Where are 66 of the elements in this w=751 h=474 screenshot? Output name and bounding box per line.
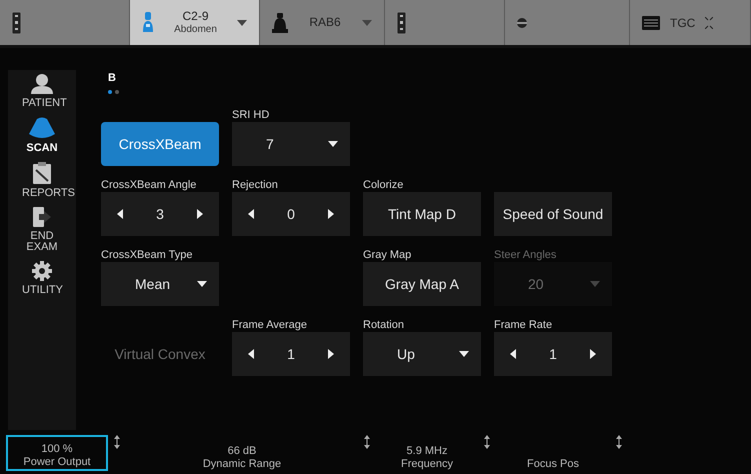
control-label: CrossXBeam Type — [101, 249, 193, 261]
readout[interactable]: 66 dB Dynamic Range — [120, 435, 364, 471]
dropdown[interactable]: Mean — [101, 262, 219, 306]
left-arrow-icon[interactable] — [510, 349, 516, 359]
caret-icon — [590, 281, 600, 287]
stepper-value: 3 — [156, 204, 164, 224]
right-arrow-icon[interactable] — [196, 209, 203, 219]
probe-name: C2-9 — [182, 10, 208, 22]
sidebar-item[interactable]: PATIENT — [9, 74, 75, 109]
caret-icon — [362, 20, 372, 26]
clipboard-icon — [32, 162, 52, 184]
person-icon — [31, 74, 53, 94]
control-label: CrossXBeam Angle — [101, 179, 196, 191]
knob-icon — [517, 18, 527, 28]
remote-icon — [397, 12, 406, 34]
up-down-arrows-icon — [114, 435, 120, 449]
caret-icon — [328, 141, 338, 147]
right-arrow-icon[interactable] — [328, 209, 334, 219]
stepper-value: 1 — [549, 344, 557, 364]
control-label: Rejection — [232, 179, 278, 191]
preset-name: Abdomen — [174, 22, 217, 36]
option-button[interactable]: Tint Map D — [363, 192, 481, 236]
control-label: Gray Map — [363, 249, 412, 261]
option-button[interactable]: Speed of Sound — [494, 192, 612, 236]
up-down-arrows-icon — [484, 435, 490, 449]
probe-name: RAB6 — [309, 16, 341, 29]
up-down-arrows-icon — [364, 435, 370, 449]
probe-icon — [272, 12, 288, 32]
remote-icon — [12, 12, 21, 34]
probe-icon — [142, 12, 154, 34]
exit-icon — [33, 207, 51, 227]
left-arrow-icon[interactable] — [248, 209, 254, 219]
sidebar-item[interactable]: END EXAM — [9, 207, 75, 253]
right-arrow-icon[interactable] — [590, 349, 596, 359]
control-label: Frame Rate — [494, 319, 552, 331]
option-button[interactable]: Gray Map A — [363, 262, 481, 306]
toolbar-tab[interactable]: C2-9 Abdomen — [130, 0, 260, 45]
control-label: Steer Angles — [494, 249, 556, 261]
control-label: Frame Average — [232, 319, 308, 331]
readout[interactable]: 100 % Power Output — [6, 435, 108, 471]
sidebar-item[interactable]: UTILITY — [9, 261, 75, 296]
dropdown[interactable]: 7 — [232, 122, 350, 166]
sidebar-item[interactable]: SCAN — [9, 117, 75, 154]
caret-icon — [197, 281, 207, 287]
stepper-value: 0 — [287, 204, 295, 224]
control-label: SRI HD — [232, 109, 270, 121]
control-label: Rotation — [363, 319, 404, 331]
gear-icon — [32, 261, 52, 281]
readout[interactable]: 5.9 MHz Frequency — [370, 435, 484, 471]
readout[interactable]: Focus Pos — [490, 435, 616, 471]
up-down-arrows-icon — [616, 435, 622, 449]
caret-icon — [237, 20, 247, 26]
sliders-icon — [642, 16, 660, 30]
scan-sector-icon — [29, 117, 55, 139]
expand-icon — [705, 16, 714, 28]
tgc-label: TGC — [670, 14, 696, 32]
sidebar-item[interactable]: REPORTS — [9, 162, 75, 199]
right-arrow-icon[interactable] — [328, 349, 334, 359]
mode-label: B — [108, 71, 117, 86]
left-arrow-icon[interactable] — [117, 209, 123, 219]
toggle-button[interactable]: CrossXBeam — [101, 122, 219, 166]
control-label: Colorize — [363, 179, 404, 191]
stepper-value: 1 — [287, 344, 295, 364]
dropdown[interactable]: Up — [363, 332, 481, 376]
left-arrow-icon[interactable] — [248, 349, 254, 359]
caret-icon — [459, 351, 469, 357]
